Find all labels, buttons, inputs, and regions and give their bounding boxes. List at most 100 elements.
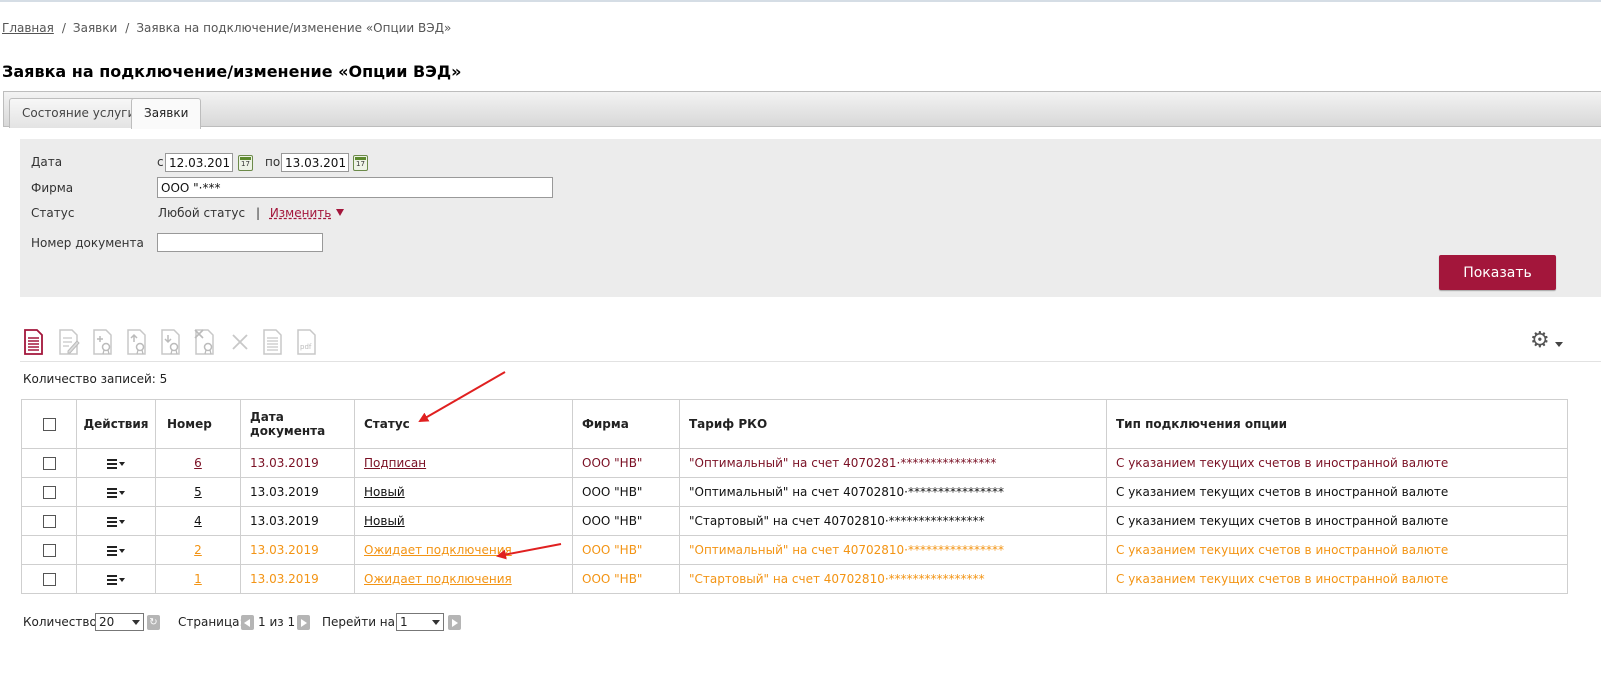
row-status-link[interactable]: Подписан (364, 456, 426, 470)
delete-icon[interactable] (229, 329, 251, 355)
breadcrumb: Главная / Заявки / Заявка на подключение/изм… (2, 21, 451, 35)
row-select-cell (21, 506, 77, 536)
select-all-checkbox[interactable] (42, 418, 56, 431)
row-status-cell: Новый (354, 506, 573, 536)
table-row[interactable]: 1 13.03.2019 Ожидает подключения ООО "НВ… (21, 564, 1568, 594)
row-actions-cell (76, 564, 156, 594)
quantity-select[interactable]: 20 (95, 613, 144, 631)
header-number[interactable]: Номер (155, 399, 241, 449)
row-number-link[interactable]: 1 (194, 572, 202, 586)
row-status-cell: Ожидает подключения (354, 535, 573, 565)
header-actions: Действия (76, 399, 156, 449)
gear-icon[interactable]: ⚙ (1530, 330, 1550, 352)
row-status-link[interactable]: Ожидает подключения (364, 572, 512, 586)
status-change-link[interactable]: Изменить (270, 206, 332, 220)
actions-menu-icon[interactable] (107, 458, 125, 469)
row-number-link[interactable]: 5 (194, 485, 202, 499)
status-filter: Любой статус | Изменить (158, 206, 345, 220)
page-label: Страница: (178, 615, 244, 629)
header-status[interactable]: Статус (354, 399, 573, 449)
pdf-icon[interactable]: pdf (296, 329, 318, 355)
row-connection-type: С указанием текущих счетов в иностранной… (1106, 477, 1568, 507)
sign-upload-icon[interactable] (126, 329, 148, 355)
row-number-cell: 6 (155, 448, 241, 478)
chevron-down-icon (132, 620, 140, 625)
date-to-input[interactable] (281, 153, 349, 172)
tab-service-state[interactable]: Состояние услуги (9, 98, 149, 128)
actions-menu-icon[interactable] (107, 516, 125, 527)
breadcrumb-separator: / (125, 21, 130, 35)
table-row[interactable]: 4 13.03.2019 Новый ООО "НВ" "Стартовый" … (21, 506, 1568, 536)
page-info: 1 из 1 (258, 615, 296, 629)
breadcrumb-separator: / (61, 21, 66, 35)
row-actions-cell (76, 448, 156, 478)
date-from-input[interactable] (165, 153, 233, 172)
new-document-icon[interactable] (23, 329, 45, 355)
doc-number-label: Номер документа (31, 236, 144, 250)
row-checkbox[interactable] (42, 457, 56, 470)
row-number-link[interactable]: 6 (194, 456, 202, 470)
row-status-cell: Подписан (354, 448, 573, 478)
sign-add-icon[interactable] (92, 329, 114, 355)
firm-input[interactable] (157, 177, 553, 198)
table-row[interactable]: 5 13.03.2019 Новый ООО "НВ" "Оптимальный… (21, 477, 1568, 507)
row-number-link[interactable]: 2 (194, 543, 202, 557)
header-doc-date[interactable]: Дата документа (240, 399, 355, 449)
breadcrumb-home-link[interactable]: Главная (2, 21, 54, 35)
top-border (0, 0, 1601, 2)
row-status-link[interactable]: Новый (364, 485, 405, 499)
goto-label: Перейти на: (322, 615, 400, 629)
quantity-value: 20 (99, 615, 115, 629)
goto-page-select[interactable]: 1 (396, 613, 444, 631)
row-select-cell (21, 535, 77, 565)
actions-menu-icon[interactable] (107, 545, 125, 556)
row-connection-type: С указанием текущих счетов в иностранной… (1106, 506, 1568, 536)
goto-page-button[interactable] (448, 615, 461, 630)
row-status-link[interactable]: Новый (364, 514, 405, 528)
show-button[interactable]: Показать (1439, 255, 1556, 290)
triangle-down-icon[interactable] (336, 209, 345, 216)
edit-document-icon[interactable] (58, 329, 80, 355)
row-select-cell (21, 448, 77, 478)
row-checkbox[interactable] (42, 573, 56, 586)
sign-download-icon[interactable] (160, 329, 182, 355)
header-connection-type[interactable]: Тип подключения опции (1106, 399, 1568, 449)
prev-page-icon[interactable] (241, 615, 254, 630)
row-select-cell (21, 564, 77, 594)
table-row[interactable]: 2 13.03.2019 Ожидает подключения ООО "НВ… (21, 535, 1568, 565)
row-firm: ООО "НВ" (572, 564, 680, 594)
breadcrumb-requests[interactable]: Заявки (73, 21, 117, 35)
table-row[interactable]: 6 13.03.2019 Подписан ООО "НВ" "Оптималь… (21, 448, 1568, 478)
copy-document-icon[interactable] (262, 329, 284, 355)
row-actions-cell (76, 477, 156, 507)
actions-menu-icon[interactable] (107, 574, 125, 585)
status-value: Любой статус (158, 206, 246, 220)
row-checkbox[interactable] (42, 486, 56, 499)
refresh-icon[interactable]: ↻ (147, 615, 160, 630)
row-tariff: "Оптимальный" на счет 4070281·**********… (679, 448, 1107, 478)
pdf-label: pdf (300, 343, 312, 351)
row-date: 13.03.2019 (240, 506, 355, 536)
row-checkbox[interactable] (42, 515, 56, 528)
tab-requests[interactable]: Заявки (131, 98, 202, 129)
header-firm[interactable]: Фирма (572, 399, 680, 449)
row-checkbox[interactable] (42, 544, 56, 557)
header-tariff[interactable]: Тариф РКО (679, 399, 1107, 449)
sign-remove-icon[interactable] (194, 329, 216, 355)
row-status-link[interactable]: Ожидает подключения (364, 543, 512, 557)
calendar-day: 17 (241, 160, 250, 168)
row-connection-type: С указанием текущих счетов в иностранной… (1106, 448, 1568, 478)
records-count: Количество записей: 5 (23, 372, 167, 386)
row-connection-type: С указанием текущих счетов в иностранной… (1106, 535, 1568, 565)
row-number-link[interactable]: 4 (194, 514, 202, 528)
next-page-icon[interactable] (297, 615, 310, 630)
calendar-from-icon[interactable]: 17 (238, 155, 253, 171)
actions-menu-icon[interactable] (107, 487, 125, 498)
doc-number-input[interactable] (157, 233, 323, 252)
row-tariff: "Стартовый" на счет 40702810·***********… (679, 564, 1107, 594)
row-number-cell: 5 (155, 477, 241, 507)
chevron-down-icon[interactable] (1555, 342, 1563, 347)
calendar-to-icon[interactable]: 17 (353, 155, 368, 171)
records-count-value: 5 (159, 372, 168, 386)
row-firm: ООО "НВ" (572, 535, 680, 565)
